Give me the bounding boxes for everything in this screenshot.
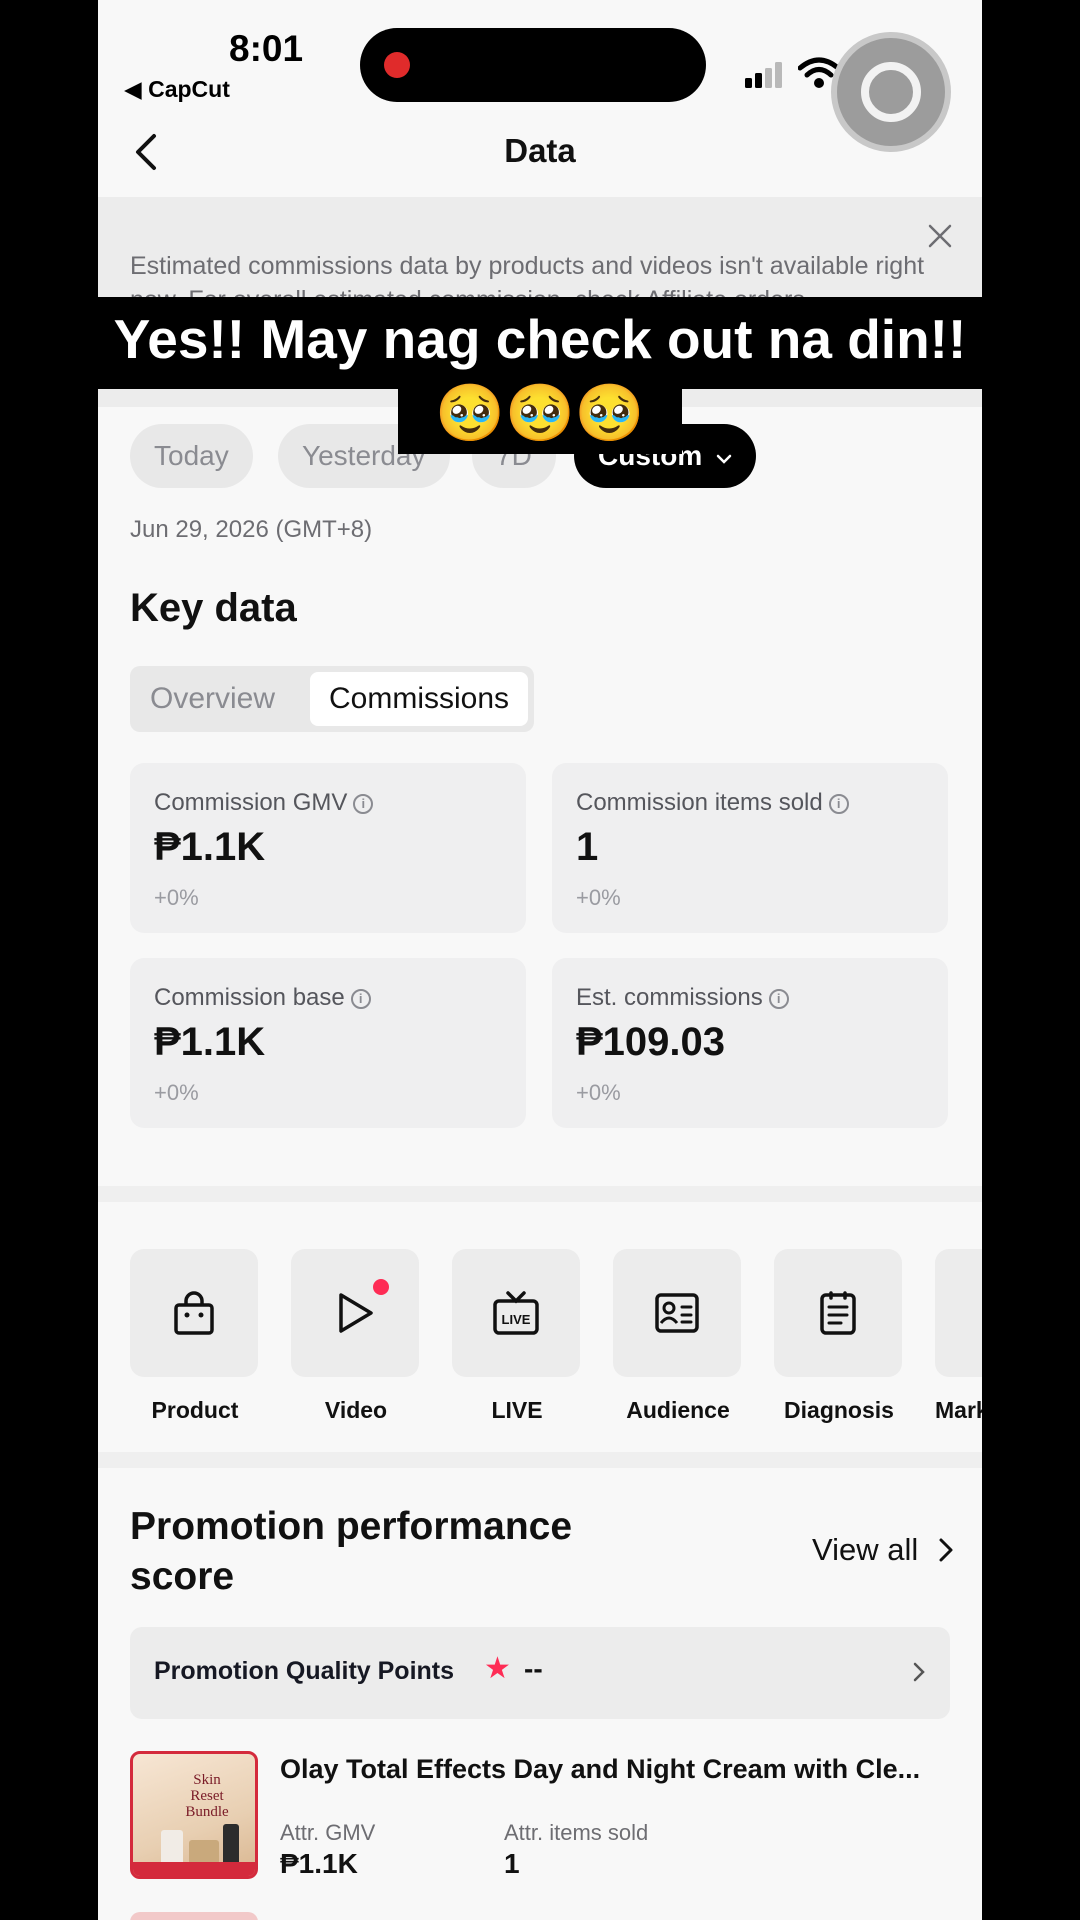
metric-change: +0% [154,885,199,910]
tab-overview[interactable]: Overview [150,672,275,726]
section-divider [98,1186,982,1202]
metric-label: Commission items sold i [576,789,849,817]
promotion-title: Promotion performance score [130,1505,573,1598]
product-jar-shape [189,1840,219,1864]
tool-icon-box: LIVE [452,1249,580,1377]
star-icon: ★ [484,1652,511,1685]
next-product-thumbnail[interactable] [130,1912,258,1920]
dynamic-island [360,28,706,102]
promotion-quality-row[interactable]: Promotion Quality Points ★ -- [130,1627,950,1719]
metric-card-commission-items-sold[interactable]: Commission items sold i 1 +0% [552,763,948,933]
record-ring-icon [861,62,921,122]
chevron-right-icon [939,1538,953,1562]
tool-label: Video [324,1397,388,1423]
status-time: 8:01 [229,28,304,69]
tool-label: Product [151,1397,239,1423]
product-bottle-shape [161,1830,183,1866]
metric-label: Commission base i [154,984,371,1012]
key-data-tabs: Overview Commissions [130,666,534,732]
info-icon[interactable]: i [828,794,849,814]
product-name[interactable]: Olay Total Effects Day and Night Cream w… [280,1754,960,1785]
caption-text: Yes!! May nag check out na din!! [113,308,967,370]
info-icon[interactable]: i [353,794,374,814]
metric-card-est-commissions[interactable]: Est. commissions i ₱109.03 +0% [552,958,948,1128]
attr-items-sold-value: 1 [504,1848,520,1879]
section-divider [98,1452,982,1468]
view-all-link[interactable]: View all [812,1532,955,1568]
metric-change: +0% [576,885,621,910]
tool-mark[interactable]: Mark [935,1249,982,1424]
metric-change: +0% [154,1080,199,1105]
live-tv-icon: LIVE [493,1291,539,1335]
tool-product[interactable]: Product [130,1249,260,1424]
recording-indicator-icon [384,52,410,78]
info-icon[interactable]: i [350,989,371,1009]
metric-value: 1 [576,825,599,869]
play-icon [339,1293,373,1333]
close-icon[interactable] [928,224,952,248]
tool-icon-box [613,1249,741,1377]
date-label: Jun 29, 2026 (GMT+8) [130,516,373,543]
attr-gmv-value: ₱1.1K [280,1848,358,1879]
tool-label: Diagnosis [784,1397,894,1423]
metric-label: Est. commissions i [576,984,789,1012]
metric-value: ₱1.1K [154,1020,266,1064]
view-all-label: View all [812,1532,919,1567]
attr-items-sold-label: Attr. items sold [504,1820,649,1845]
svg-text:LIVE: LIVE [502,1312,531,1327]
page-title: Data [504,132,576,169]
phone-screen: 8:01 ◀ CapCut Data Estimated commissions… [98,0,982,1920]
metric-value: ₱109.03 [576,1020,726,1064]
back-to-app-link[interactable]: ◀ CapCut [124,76,230,103]
metric-change: +0% [576,1080,621,1105]
caption-emoji: 🥹🥹🥹 [435,381,645,444]
tool-diagnosis[interactable]: Diagnosis [774,1249,904,1424]
tab-commissions[interactable]: Commissions [310,672,528,726]
tool-icon-box [774,1249,902,1377]
product-thumbnail[interactable]: Skin Reset Bundle [130,1751,258,1879]
quality-value: -- [524,1653,543,1684]
thumbnail-banner [133,1862,255,1876]
tool-label: Mark [935,1397,982,1423]
attr-gmv-label: Attr. GMV [280,1820,376,1845]
key-data-title: Key data [130,586,297,630]
clipboard-icon [820,1291,856,1335]
tool-icon-box [935,1249,982,1377]
chevron-right-icon [913,1662,925,1682]
tool-icon-box [130,1249,258,1377]
tool-audience[interactable]: Audience [613,1249,743,1424]
metric-card-commission-base[interactable]: Commission base i ₱1.1K +0% [130,958,526,1128]
metric-value: ₱1.1K [154,825,266,869]
quality-label: Promotion Quality Points [154,1657,455,1685]
metric-label: Commission GMV i [154,789,374,817]
metric-card-commission-gmv[interactable]: Commission GMV i ₱1.1K +0% [130,763,526,933]
tool-label: LIVE [491,1397,543,1423]
id-card-icon [655,1293,699,1333]
cellular-signal-icon [745,62,782,88]
shopping-bag-icon [174,1291,214,1335]
tool-video[interactable]: Video [291,1249,421,1424]
thumbnail-text: Skin Reset Bundle [185,1772,229,1820]
tool-icon-box [291,1249,419,1377]
tool-label: Audience [626,1397,730,1423]
notification-dot-icon [373,1279,389,1295]
tool-live[interactable]: LIVE LIVE [452,1249,582,1424]
chevron-down-icon [716,454,732,464]
info-icon[interactable]: i [768,989,789,1009]
